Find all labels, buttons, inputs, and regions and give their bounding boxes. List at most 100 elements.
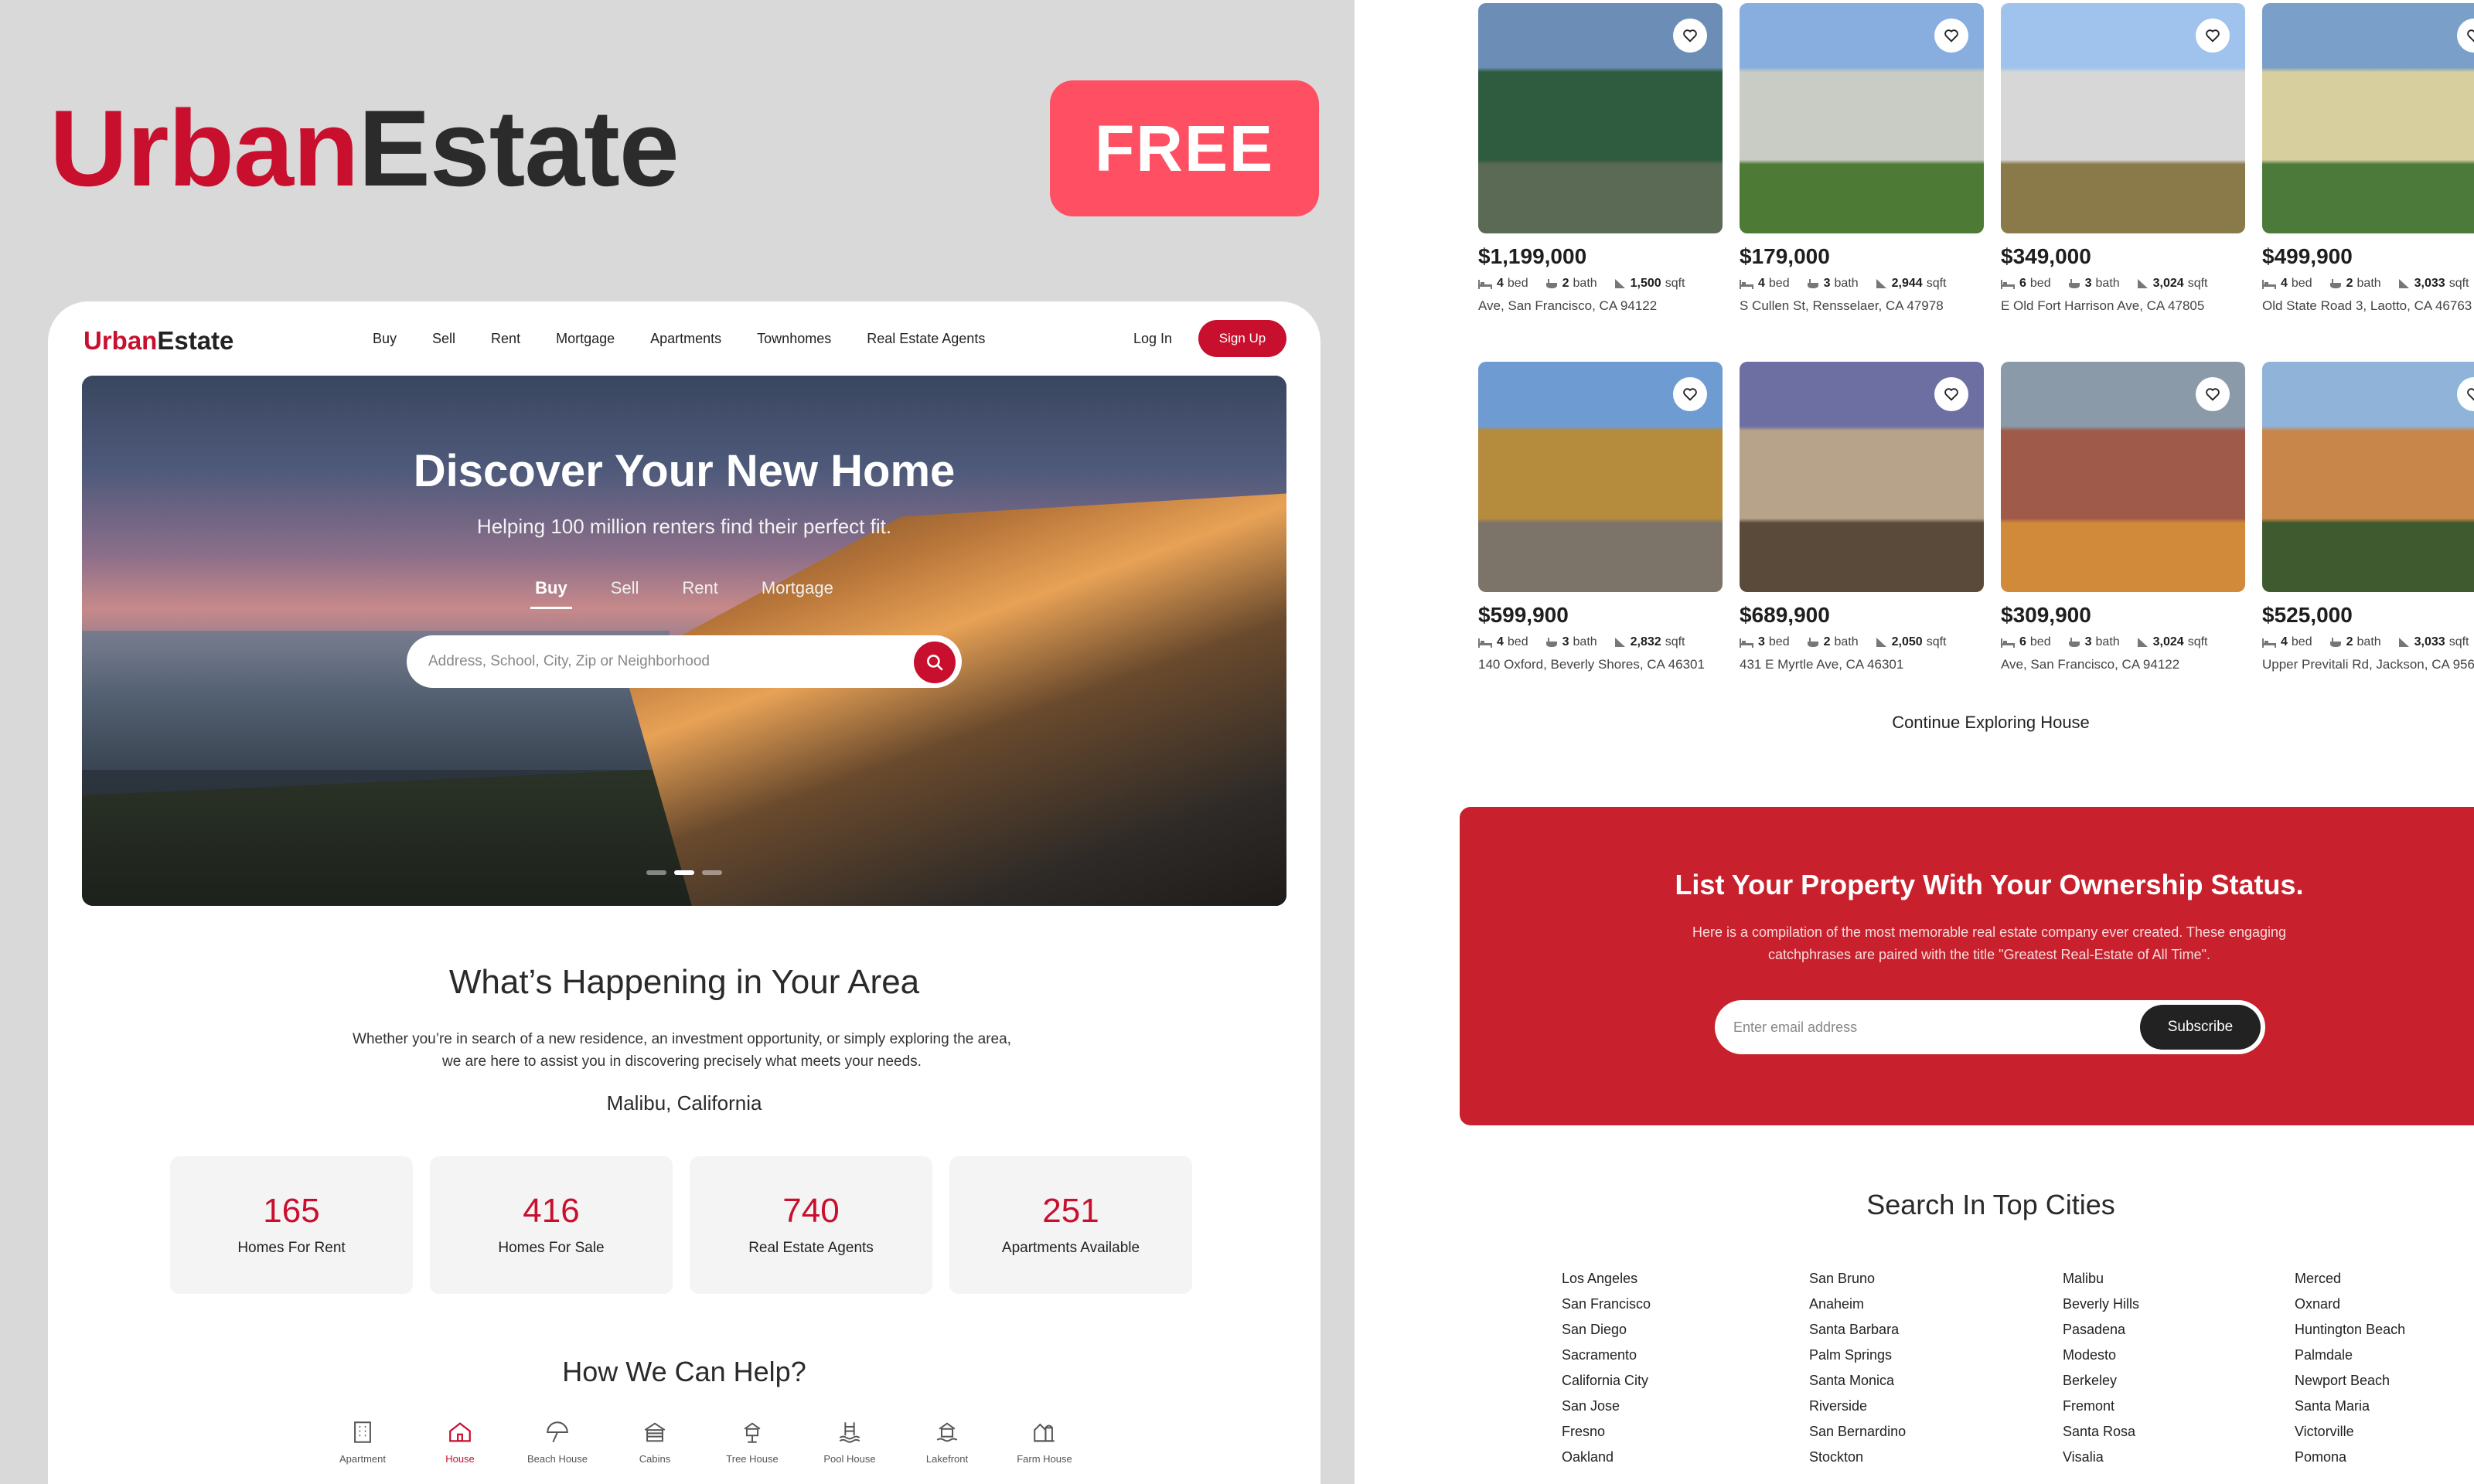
city-link[interactable]: Newport Beach (2295, 1373, 2405, 1398)
subscribe-button[interactable]: Subscribe (2140, 1005, 2261, 1050)
city-link[interactable]: San Francisco (1562, 1296, 1651, 1322)
carousel-dot[interactable] (646, 870, 666, 875)
hero-search-input[interactable] (428, 649, 892, 674)
beds-unit: bed (1507, 635, 1528, 648)
nav-link-mortgage[interactable]: Mortgage (556, 331, 615, 347)
city-link[interactable]: San Diego (1562, 1322, 1651, 1347)
city-link[interactable]: California City (1562, 1373, 1651, 1398)
property-type-farm-house[interactable]: Farm House (996, 1419, 1093, 1465)
city-link[interactable]: Palmdale (2295, 1347, 2405, 1373)
listing-card[interactable]: $689,900 3 bed 2 bath 2,050 sqft 431 E Myrtle A… (1740, 362, 1984, 672)
listing-card[interactable]: $349,000 6 bed 3 bath 3,024 sqft E Old Fort Har… (2001, 3, 2245, 314)
city-link[interactable]: Fremont (2063, 1398, 2139, 1424)
favorite-button[interactable] (1934, 19, 1968, 53)
city-link[interactable]: Oxnard (2295, 1296, 2405, 1322)
stat-card-sale[interactable]: 416 Homes For Sale (430, 1156, 673, 1294)
listing-photo[interactable] (1478, 3, 1723, 233)
city-link[interactable]: Oakland (1562, 1449, 1651, 1475)
spec-sqft: 1,500 sqft (1614, 277, 1685, 291)
hero-tab-rent[interactable]: Rent (682, 578, 717, 606)
listing-photo[interactable] (1478, 362, 1723, 592)
property-type-tree-house[interactable]: Tree House (704, 1419, 801, 1465)
stat-label: Homes For Rent (237, 1240, 346, 1256)
beds-value: 4 (2281, 277, 2288, 290)
city-link[interactable]: Santa Monica (1809, 1373, 1906, 1398)
carousel-dot[interactable] (702, 870, 722, 875)
nav-link-townhomes[interactable]: Townhomes (757, 331, 831, 347)
favorite-button[interactable] (1673, 377, 1707, 411)
carousel-dot-active[interactable] (674, 870, 694, 875)
hero-tab-buy[interactable]: Buy (530, 578, 572, 609)
city-link[interactable]: Riverside (1809, 1398, 1906, 1424)
city-link[interactable]: Visalia (2063, 1449, 2139, 1475)
city-link[interactable]: Victorville (2295, 1424, 2405, 1449)
city-link[interactable]: Huntington Beach (2295, 1322, 2405, 1347)
favorite-button[interactable] (2457, 377, 2474, 411)
city-link[interactable]: Malibu (2063, 1271, 2139, 1296)
listing-card[interactable]: $1,199,000 4 bed 2 bath 1,500 sqft Ave, San Fra… (1478, 3, 1723, 314)
city-link[interactable]: Merced (2295, 1271, 2405, 1296)
property-type-house[interactable]: House (411, 1419, 509, 1465)
city-link[interactable]: Palm Springs (1809, 1347, 1906, 1373)
baths-value: 2 (2346, 277, 2353, 290)
city-link[interactable]: Santa Rosa (2063, 1424, 2139, 1449)
nav-link-rent[interactable]: Rent (491, 331, 520, 347)
city-link[interactable]: Fresno (1562, 1424, 1651, 1449)
favorite-button[interactable] (2196, 19, 2230, 53)
hero-tab-mortgage[interactable]: Mortgage (762, 578, 833, 606)
city-link[interactable]: Anaheim (1809, 1296, 1906, 1322)
city-link[interactable]: Los Angeles (1562, 1271, 1651, 1296)
nav-link-buy[interactable]: Buy (373, 331, 397, 347)
continue-exploring-link[interactable]: Continue Exploring House (1355, 713, 2474, 733)
city-link[interactable]: San Bernardino (1809, 1424, 1906, 1449)
city-link[interactable]: Santa Maria (2295, 1398, 2405, 1424)
hero-search-button[interactable] (914, 642, 956, 683)
nav-link-apartments[interactable]: Apartments (650, 331, 721, 347)
listing-card[interactable]: $179,000 4 bed 3 bath 2,944 sqft S Cullen St, R… (1740, 3, 1984, 314)
listing-card[interactable]: $499,900 4 bed 2 bath 3,033 sqft Old State Road… (2262, 3, 2474, 314)
favorite-button[interactable] (2196, 377, 2230, 411)
favorite-button[interactable] (1673, 19, 1707, 53)
heart-icon (2206, 388, 2220, 401)
city-link[interactable]: Stockton (1809, 1449, 1906, 1475)
property-type-beach-house[interactable]: Beach House (509, 1419, 606, 1465)
city-link[interactable]: Pomona (2295, 1449, 2405, 1475)
listing-photo[interactable] (2001, 362, 2245, 592)
city-link[interactable]: Modesto (2063, 1347, 2139, 1373)
listing-photo[interactable] (2262, 362, 2474, 592)
property-type-lakefront[interactable]: Lakefront (898, 1419, 996, 1465)
city-link[interactable]: Pasadena (2063, 1322, 2139, 1347)
listing-photo[interactable] (2001, 3, 2245, 233)
city-column: Los Angeles San Francisco San Diego Sacrame… (1562, 1271, 1651, 1475)
login-link[interactable]: Log In (1133, 331, 1172, 347)
listing-photo[interactable] (1740, 3, 1984, 233)
listing-photo[interactable] (2262, 3, 2474, 233)
signup-button[interactable]: Sign Up (1198, 320, 1286, 357)
city-link[interactable]: San Jose (1562, 1398, 1651, 1424)
stats-row: 165 Homes For Rent 416 Homes For Sale 74… (170, 1156, 1192, 1294)
stat-card-apartments[interactable]: 251 Apartments Available (949, 1156, 1192, 1294)
email-input[interactable] (1733, 1016, 2120, 1039)
baths-value: 2 (2346, 635, 2353, 648)
city-link[interactable]: San Bruno (1809, 1271, 1906, 1296)
city-link[interactable]: Beverly Hills (2063, 1296, 2139, 1322)
site-logo[interactable]: UrbanEstate (83, 326, 233, 356)
property-type-apartment[interactable]: Apartment (314, 1419, 411, 1465)
listing-card[interactable]: $309,900 6 bed 3 bath 3,024 sqft Ave, San Franc… (2001, 362, 2245, 672)
city-link[interactable]: Santa Barbara (1809, 1322, 1906, 1347)
favorite-button[interactable] (1934, 377, 1968, 411)
favorite-button[interactable] (2457, 19, 2474, 53)
property-type-cabins[interactable]: Cabins (606, 1419, 704, 1465)
stat-card-agents[interactable]: 740 Real Estate Agents (690, 1156, 932, 1294)
property-type-pool-house[interactable]: Pool House (801, 1419, 898, 1465)
listing-photo[interactable] (1740, 362, 1984, 592)
listing-card[interactable]: $525,000 4 bed 2 bath 3,033 sqft Upper Prevital… (2262, 362, 2474, 672)
nav-link-sell[interactable]: Sell (432, 331, 455, 347)
stat-card-rent[interactable]: 165 Homes For Rent (170, 1156, 413, 1294)
listing-card[interactable]: $599,900 4 bed 3 bath 2,832 sqft 140 Oxford, Be… (1478, 362, 1723, 672)
city-column: Malibu Beverly Hills Pasadena Modesto Berkel… (2063, 1271, 2139, 1475)
city-link[interactable]: Sacramento (1562, 1347, 1651, 1373)
hero-tab-sell[interactable]: Sell (611, 578, 639, 606)
city-link[interactable]: Berkeley (2063, 1373, 2139, 1398)
nav-link-agents[interactable]: Real Estate Agents (867, 331, 985, 347)
